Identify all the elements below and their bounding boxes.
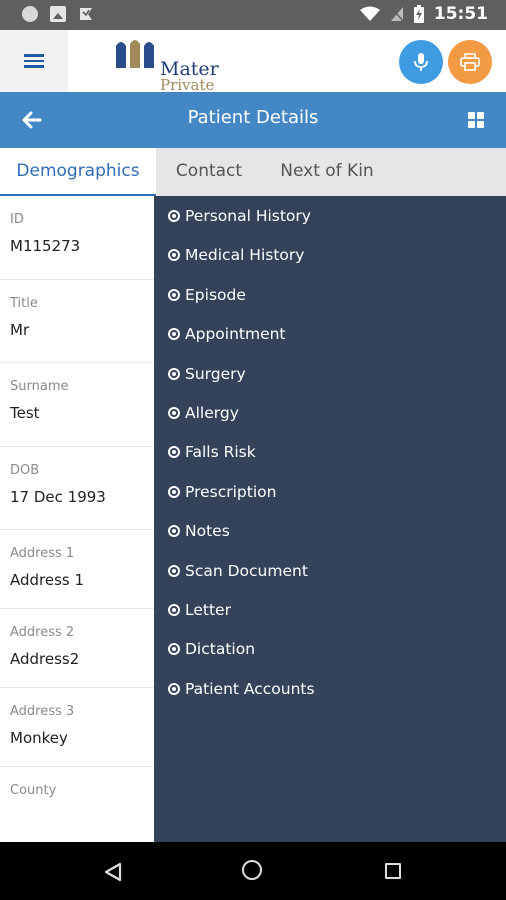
menu-item-episode[interactable]: Episode [168,283,246,307]
no-signal-icon [390,6,404,22]
title-bar: Patient Details [0,92,506,148]
field-label: Address 2 [10,625,75,640]
status-time: 15:51 [433,4,488,24]
printer-icon [460,53,480,71]
radio-bullet-icon [168,249,180,261]
field-value: Monkey [10,729,68,747]
radio-bullet-icon [168,446,180,458]
field-address-2: Address 2 Address2 [0,609,154,688]
field-label: Title [10,295,38,311]
field-value: Test [10,404,40,422]
menu-item-label: Notes [185,522,230,540]
radio-bullet-icon [168,210,180,222]
tab-bar: Demographics Contact Next of Kin [0,148,506,196]
nav-recent-apps-icon[interactable] [385,863,401,879]
print-button[interactable] [448,40,492,84]
radio-bullet-icon [168,525,180,537]
field-label: County [10,783,57,798]
menu-button[interactable] [0,30,68,92]
radio-bullet-icon [168,643,180,655]
menu-item-label: Dictation [185,640,256,658]
tab-demographics[interactable]: Demographics [0,148,156,196]
menu-item-label: Medical History [185,246,305,264]
field-title: Title Mr [0,280,154,363]
app-header: Mater Private [0,30,506,94]
menu-item-falls-risk[interactable]: Falls Risk [168,440,256,464]
field-label: DOB [10,462,40,478]
menu-item-label: Appointment [185,325,286,343]
mater-private-logo: Mater Private [116,38,236,94]
menu-item-label: Letter [185,601,231,619]
field-value: M115273 [10,237,81,255]
field-id: ID M115273 [0,196,154,280]
radio-bullet-icon [168,289,180,301]
battery-charging-icon [413,5,424,23]
radio-bullet-icon [168,683,180,695]
radio-bullet-icon [168,328,180,340]
field-value: 17 Dec 1993 [10,487,106,506]
field-address-1: Address 1 Address 1 [0,530,154,609]
wifi-icon [359,6,380,21]
menu-item-label: Prescription [185,483,277,501]
nav-back-icon[interactable] [104,862,122,882]
menu-item-medical-history[interactable]: Medical History [168,243,304,267]
logo-mark-icon [116,40,154,68]
grid-icon[interactable] [468,112,484,128]
menu-item-allergy[interactable]: Allergy [168,401,239,425]
demographics-panel: ID M115273 Title Mr Surname Test DOB 17 … [0,196,154,842]
microphone-icon [414,53,428,71]
menu-item-label: Allergy [185,404,239,422]
radio-bullet-icon [168,407,180,419]
page-title: Patient Details [187,107,319,128]
field-value: Address 1 [10,571,85,589]
field-label: ID [10,212,24,227]
status-bar: 15:51 [0,0,506,30]
dictate-button[interactable] [399,40,443,84]
tab-contact[interactable]: Contact [160,148,258,196]
system-navigation-bar [0,842,506,900]
radio-bullet-icon [168,368,180,380]
image-notification-icon [50,6,66,22]
radio-bullet-icon [168,486,180,498]
menu-item-label: Falls Risk [185,443,256,461]
field-county: County [0,767,154,842]
field-address-3: Address 3 Monkey [0,688,154,767]
field-dob: DOB 17 Dec 1993 [0,447,154,530]
menu-item-notes[interactable]: Notes [168,519,230,543]
hamburger-icon [24,54,44,68]
menu-item-surgery[interactable]: Surgery [168,362,246,386]
nav-home-icon[interactable] [242,860,262,880]
notification-circle-icon [22,6,38,22]
tab-next-of-kin[interactable]: Next of Kin [268,148,386,196]
menu-item-personal-history[interactable]: Personal History [168,204,311,228]
field-label: Address 1 [10,546,75,561]
menu-item-label: Episode [185,286,246,304]
field-label: Surname [10,379,69,394]
menu-item-appointment[interactable]: Appointment [168,322,286,346]
menu-item-scan-document[interactable]: Scan Document [168,559,308,583]
radio-bullet-icon [168,565,180,577]
field-value: Mr [10,320,30,339]
navigation-menu-panel: Personal History Medical History Episode… [154,196,506,842]
menu-item-patient-accounts[interactable]: Patient Accounts [168,677,315,701]
menu-item-label: Personal History [185,207,311,225]
menu-item-label: Scan Document [185,562,308,580]
radio-bullet-icon [168,604,180,616]
menu-item-letter[interactable]: Letter [168,598,231,622]
menu-item-label: Surgery [185,365,246,383]
field-surname: Surname Test [0,363,154,447]
menu-item-prescription[interactable]: Prescription [168,480,276,504]
field-label: Address 3 [10,704,75,719]
field-value: Address2 [10,650,80,668]
app-notification-icon [80,8,92,20]
menu-item-label: Patient Accounts [185,680,315,698]
menu-item-dictation[interactable]: Dictation [168,637,255,661]
